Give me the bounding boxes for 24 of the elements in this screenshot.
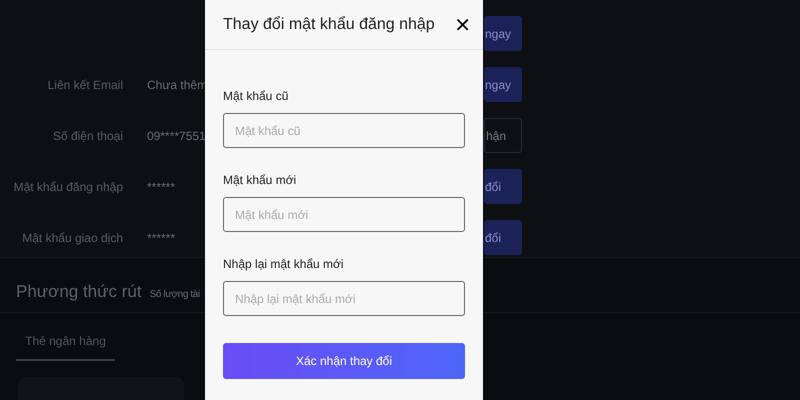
field-label: Mật khẩu mới (223, 173, 298, 187)
field-value: 09****7551 (147, 128, 206, 142)
field-label: Nhập lại mật khẩu mới (223, 257, 345, 271)
submit-button[interactable]: Xác nhận thay đổi (223, 343, 465, 379)
input-field[interactable]: Mật khẩu mới (223, 197, 465, 232)
close-button[interactable]: ✕ (454, 12, 471, 36)
dialog-title: Thay đổi mật khẩu đăng nhập (223, 16, 435, 34)
tab[interactable]: Thẻ ngân hàng (16, 323, 115, 361)
field-label: Mật khẩu giao dịch (21, 230, 123, 244)
action-button[interactable]: ngay (484, 67, 522, 102)
input-field[interactable]: Mật khẩu cũ (223, 113, 465, 148)
section-subtitle: Số lượng tài (150, 289, 200, 300)
field-label: Mật khẩu cũ (223, 89, 290, 103)
action-button[interactable]: hận (484, 118, 522, 153)
action-button[interactable]: ngay (484, 16, 522, 51)
field-label: Số điện thoại (52, 128, 123, 142)
field-value: ****** (147, 230, 176, 244)
input-field[interactable]: Nhập lại mật khẩu mới (223, 281, 465, 316)
field-label: Liên kết Email (46, 78, 123, 92)
action-button[interactable]: đổi (484, 220, 522, 255)
field-value: ****** (147, 180, 176, 194)
section-title: Phương thức rút (16, 282, 142, 302)
action-button[interactable]: đổi (484, 169, 522, 204)
field-label: Mật khẩu đăng nhập (12, 180, 123, 194)
